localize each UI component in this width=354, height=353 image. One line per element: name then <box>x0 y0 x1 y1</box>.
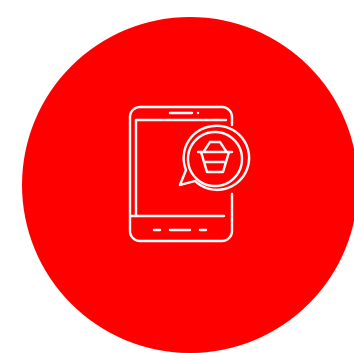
icon-tile <box>0 0 354 353</box>
shopping-basket-icon <box>196 140 234 174</box>
mobile-shopping-basket-icon <box>118 100 258 250</box>
chat-bubble-icon <box>178 124 251 192</box>
smartphone-icon <box>128 105 234 243</box>
